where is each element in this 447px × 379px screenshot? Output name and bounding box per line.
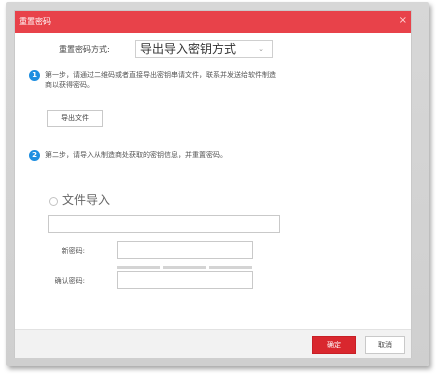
password-strength-segment-1: [117, 266, 160, 269]
chevron-down-icon: ⌄: [258, 45, 264, 53]
confirm-password-input[interactable]: [117, 271, 253, 289]
close-icon[interactable]: ×: [399, 14, 407, 28]
step-1-text-line1: 第一步，请通过二维码或者直接导出密钥串请文件，联系并发送给软件制造: [45, 71, 276, 79]
step-2-text: 第二步，请导入从制造商处获取的密钥信息，并重置密码。: [45, 151, 227, 159]
step-2-icon: 2: [29, 150, 40, 161]
confirm-button[interactable]: 确定: [312, 336, 356, 354]
confirm-password-label: 确认密码:: [54, 277, 85, 285]
password-strength-segment-3: [209, 266, 252, 269]
export-file-button[interactable]: 导出文件: [47, 110, 103, 127]
new-password-label: 新密码:: [61, 247, 85, 255]
file-import-label: 文件导入: [62, 193, 111, 207]
cancel-button[interactable]: 取消: [365, 336, 405, 354]
new-password-input[interactable]: [117, 241, 253, 259]
step-1-text-line2: 商以获得密码。: [45, 81, 94, 89]
reset-method-label: 重置密码方式:: [59, 45, 110, 54]
password-strength-segment-2: [163, 266, 206, 269]
dialog-titlebar: 重置密码 ×: [15, 11, 411, 33]
file-import-input[interactable]: [48, 215, 280, 233]
radio-circle-icon: [49, 197, 58, 206]
reset-password-dialog: 重置密码 × 重置密码方式: 导出导入密钥方式 ⌄ 1 第一步，请通过二维码或者…: [14, 10, 412, 358]
reset-method-value: 导出导入密钥方式: [140, 42, 237, 56]
step-1-icon: 1: [29, 70, 40, 81]
dialog-title: 重置密码: [19, 17, 51, 26]
reset-method-select[interactable]: 导出导入密钥方式 ⌄: [135, 40, 273, 58]
